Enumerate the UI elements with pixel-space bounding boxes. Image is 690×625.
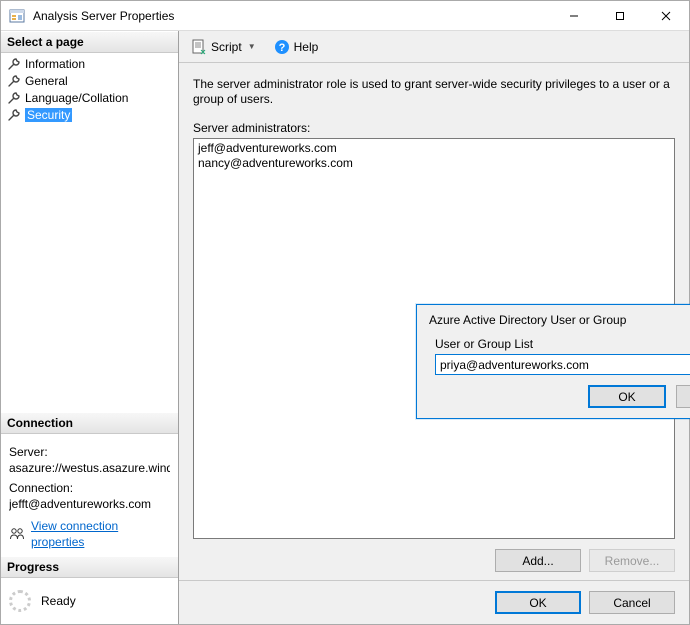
admin-list-label: Server administrators: [193,121,675,135]
admin-list-item[interactable]: jeff@adventureworks.com [198,141,670,156]
progress-spinner-icon [9,590,31,612]
people-icon [9,526,25,542]
wrench-icon [7,91,21,105]
connection-label: Connection: [9,480,170,496]
modal-ok-button[interactable]: OK [588,385,666,408]
page-item-general[interactable]: General [1,72,178,89]
page-item-label: General [25,74,68,88]
right-panel: Script ▼ ? Help The server administrator… [179,31,689,624]
connection-body: Server: asazure://westus.asazure.windows… [1,434,178,556]
app-icon [9,8,25,24]
view-connection-properties-link[interactable]: View connection properties [31,518,170,550]
wrench-icon [7,57,21,71]
dialog-footer: OK Cancel [179,580,689,624]
left-panel: Select a page Information General Language… [1,31,179,624]
script-label: Script [211,40,242,54]
page-item-label: Information [25,57,85,71]
page-item-security[interactable]: Security [1,106,178,123]
wrench-icon [7,74,21,88]
select-page-header: Select a page [1,31,178,53]
modal-title: Azure Active Directory User or Group [427,313,690,327]
modal-cancel-button[interactable]: Cancel [676,385,690,408]
toolbar: Script ▼ ? Help [179,31,689,63]
minimize-button[interactable] [551,1,597,31]
help-icon: ? [274,39,290,55]
help-label: Help [294,40,319,54]
page-item-language-collation[interactable]: Language/Collation [1,89,178,106]
admin-list-item[interactable]: nancy@adventureworks.com [198,156,670,171]
remove-button: Remove... [589,549,675,572]
page-item-information[interactable]: Information [1,55,178,72]
svg-text:?: ? [278,42,285,54]
connection-section: Connection Server: asazure://westus.asaz… [1,412,178,556]
ok-button[interactable]: OK [495,591,581,614]
modal-buttons: OK Cancel [427,385,690,408]
left-spacer [1,125,178,412]
server-label: Server: [9,444,170,460]
progress-status: Ready [41,594,76,608]
page-item-label: Security [25,108,72,122]
select-page-section: Select a page Information General Language… [1,31,178,125]
list-buttons: Add... Remove... [193,549,675,572]
wrench-icon [7,108,21,122]
close-button[interactable] [643,1,689,31]
cancel-button[interactable]: Cancel [589,591,675,614]
progress-header: Progress [1,556,178,578]
description-text: The server administrator role is used to… [193,77,675,107]
help-button[interactable]: ? Help [270,37,323,57]
page-list: Information General Language/Collation Secu… [1,53,178,125]
window-title: Analysis Server Properties [33,9,551,23]
progress-section: Progress Ready [1,556,178,624]
window-body: Select a page Information General Language… [1,31,689,624]
page-item-label: Language/Collation [25,91,128,105]
script-icon [191,39,207,55]
progress-body: Ready [1,578,178,624]
server-value: asazure://westus.asazure.windows [9,460,170,476]
aad-user-group-dialog: Azure Active Directory User or Group Use… [416,304,690,419]
window-root: Analysis Server Properties Select a page… [0,0,690,625]
modal-field-label: User or Group List [435,337,690,351]
maximize-button[interactable] [597,1,643,31]
add-button[interactable]: Add... [495,549,581,572]
titlebar: Analysis Server Properties [1,1,689,31]
chevron-down-icon: ▼ [248,42,256,51]
script-button[interactable]: Script ▼ [187,37,260,57]
connection-header: Connection [1,412,178,434]
user-or-group-input[interactable] [435,354,690,375]
connection-value: jefft@adventureworks.com [9,496,170,512]
